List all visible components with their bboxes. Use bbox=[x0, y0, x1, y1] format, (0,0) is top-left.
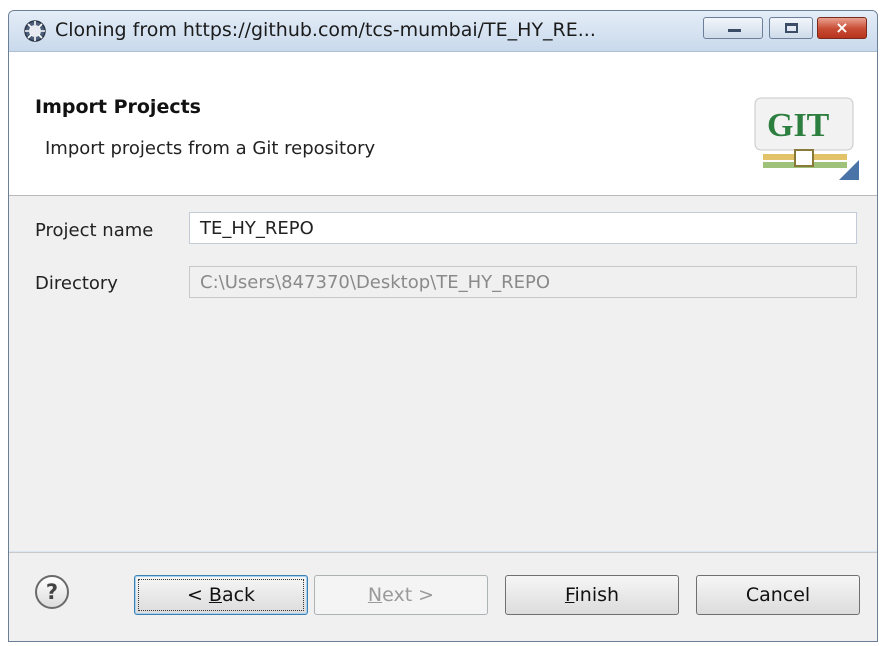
git-logo-icon: GIT bbox=[754, 97, 859, 180]
wizard-button-bar: ? < Back Next > Finish Cancel bbox=[9, 552, 877, 641]
next-button-rest: ext > bbox=[382, 584, 435, 606]
next-button: Next > bbox=[314, 575, 488, 615]
eclipse-app-icon bbox=[24, 20, 46, 42]
wizard-content: Project name TE_HY_REPO Directory C:\Use… bbox=[9, 196, 877, 551]
page-title: Import Projects bbox=[35, 96, 201, 118]
wizard-header: Import Projects Import projects from a G… bbox=[9, 52, 877, 196]
directory-field: C:\Users\847370\Desktop\TE_HY_REPO bbox=[189, 266, 857, 298]
finish-button[interactable]: Finish bbox=[505, 575, 679, 615]
clone-dialog-window: Cloning from https://github.com/tcs-mumb… bbox=[8, 10, 878, 642]
cancel-button[interactable]: Cancel bbox=[696, 575, 860, 615]
finish-button-rest: inish bbox=[574, 584, 620, 606]
maximize-button[interactable] bbox=[769, 17, 813, 39]
project-name-label: Project name bbox=[35, 220, 154, 241]
help-button[interactable]: ? bbox=[35, 575, 69, 609]
close-button[interactable]: × bbox=[817, 17, 867, 39]
git-logo-text: GIT bbox=[767, 107, 830, 144]
next-button-accel: N bbox=[367, 584, 383, 606]
back-button[interactable]: < Back bbox=[134, 575, 308, 615]
page-description: Import projects from a Git repository bbox=[45, 138, 376, 159]
project-name-input[interactable]: TE_HY_REPO bbox=[189, 212, 857, 244]
directory-label: Directory bbox=[35, 273, 118, 294]
minimize-icon bbox=[728, 29, 741, 32]
maximize-icon bbox=[785, 23, 798, 33]
finish-button-accel: F bbox=[564, 584, 575, 606]
window-title: Cloning from https://github.com/tcs-mumb… bbox=[55, 19, 596, 41]
title-bar[interactable]: Cloning from https://github.com/tcs-mumb… bbox=[9, 11, 877, 52]
close-icon: × bbox=[835, 18, 849, 37]
focus-ring bbox=[138, 579, 304, 611]
minimize-button[interactable] bbox=[703, 17, 763, 39]
